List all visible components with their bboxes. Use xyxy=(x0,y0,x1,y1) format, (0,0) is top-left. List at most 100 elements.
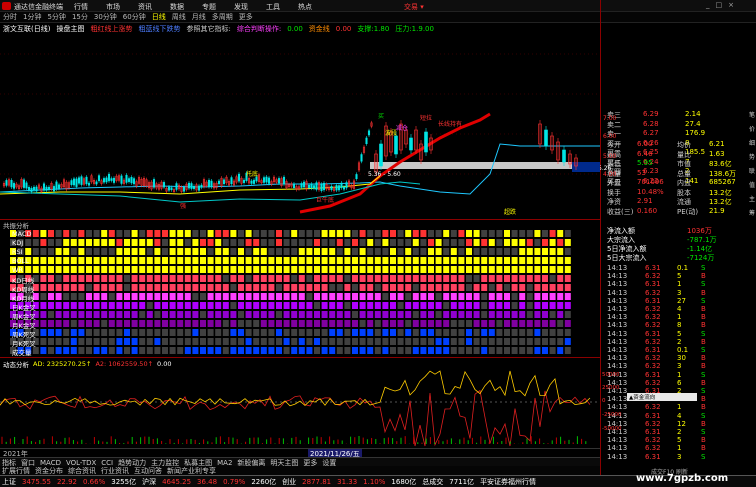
grid-cell xyxy=(116,239,123,246)
subtab[interactable]: 互动问答 xyxy=(134,466,162,476)
grid-cell xyxy=(177,329,184,336)
grid-cell xyxy=(352,329,358,336)
grid-cell xyxy=(200,257,206,264)
index-quote-item: 36.48 xyxy=(197,477,218,486)
grid-cell xyxy=(306,284,313,291)
grid-cell xyxy=(314,266,320,273)
grid-cell xyxy=(412,311,419,318)
grid-cell xyxy=(367,266,374,273)
grid-cell xyxy=(93,293,100,300)
period-tab[interactable]: 周线 xyxy=(172,12,186,22)
date-axis: 2021年 2021/11/26/五 xyxy=(0,448,600,459)
period-tab[interactable]: 60分钟 xyxy=(123,12,146,22)
subtab[interactable]: 综合资讯 xyxy=(68,466,96,476)
menu-item[interactable]: 资讯 xyxy=(138,2,152,12)
period-tab[interactable]: 30分钟 xyxy=(94,12,117,22)
grid-cell xyxy=(526,302,533,309)
grid-cell xyxy=(374,284,381,291)
grid-cell xyxy=(344,347,351,354)
period-tab[interactable]: 更多 xyxy=(239,12,253,22)
menu-item[interactable]: 行情 xyxy=(74,2,88,12)
grid-cell xyxy=(458,347,465,354)
grid-cell xyxy=(321,329,328,336)
grid-cell xyxy=(443,320,450,327)
trade-menu[interactable]: 交易 ▾ xyxy=(404,2,424,12)
grid-cell xyxy=(526,266,533,273)
candle xyxy=(105,177,108,183)
menu-item[interactable]: 热点 xyxy=(298,2,312,12)
grid-cell xyxy=(435,311,442,318)
grid-cell xyxy=(329,266,336,273)
menu-item[interactable]: 发现 xyxy=(234,2,248,12)
grid-cell xyxy=(162,320,168,327)
period-tab[interactable]: 多周期 xyxy=(212,12,233,22)
grid-cell xyxy=(352,239,358,246)
period-tab[interactable]: 5分钟 xyxy=(47,12,65,22)
side-tab[interactable]: 价 xyxy=(747,124,756,138)
grid-row-label: WR xyxy=(12,266,23,274)
grid-cell xyxy=(268,338,275,345)
period-tab[interactable]: 15分 xyxy=(72,12,88,22)
candle xyxy=(125,174,128,183)
grid-cell xyxy=(504,257,510,264)
grid-cell xyxy=(564,275,571,282)
grid-cell xyxy=(215,347,222,354)
grid-cell xyxy=(481,275,488,282)
grid-cell xyxy=(329,302,336,309)
side-tab[interactable]: 笔 xyxy=(747,110,756,124)
index-quotes[interactable]: 上证 3475.55 22.92 0.66% 3255亿 沪深 4645.25 36.48 0.… xyxy=(2,477,542,487)
grid-cell xyxy=(192,347,199,354)
grid-cell xyxy=(511,239,518,246)
period-tab-active[interactable]: 日线 xyxy=(152,12,166,22)
grid-cell xyxy=(466,257,472,264)
grid-cell xyxy=(131,239,138,246)
index-quote-item: 总成交 xyxy=(422,477,444,486)
grid-cell xyxy=(291,230,298,237)
menu-item[interactable]: 市场 xyxy=(106,2,120,12)
grid-cell xyxy=(549,266,556,273)
candle xyxy=(102,178,106,183)
candle xyxy=(70,180,73,185)
subtab[interactable]: 新闻产业利专享 xyxy=(167,466,216,476)
price-axis-label: 4.00 xyxy=(603,171,617,178)
grid-cell xyxy=(557,239,564,246)
menu-item[interactable]: 数据 xyxy=(170,2,184,12)
menu-item[interactable]: 专题 xyxy=(202,2,216,12)
subtab[interactable]: 资金分布 xyxy=(35,466,63,476)
grid-cell xyxy=(298,266,305,273)
grid-cell xyxy=(564,293,571,300)
grid-cell xyxy=(329,239,336,246)
period-tab[interactable]: 分时 xyxy=(3,12,17,22)
grid-cell xyxy=(162,230,168,237)
grid-cell xyxy=(207,293,214,300)
grid-cell xyxy=(466,275,472,282)
grid-cell xyxy=(291,311,298,318)
grid-cell xyxy=(177,239,184,246)
grid-cell xyxy=(238,248,244,255)
subtab[interactable]: 行业资讯 xyxy=(101,466,129,476)
kline-chart[interactable]: 买波段减仓短拉长线持有5.36 - 5.60托底巨牛底强超跌 xyxy=(0,34,600,220)
period-tab[interactable]: 月线 xyxy=(192,12,206,22)
grid-cell xyxy=(458,320,465,327)
candle xyxy=(367,130,371,136)
grid-cell xyxy=(116,329,123,336)
candle xyxy=(95,181,98,185)
a2-line xyxy=(0,389,591,447)
tooltip: ▲资金流向 xyxy=(627,393,697,401)
grid-cell xyxy=(397,266,404,273)
grid-cell xyxy=(321,320,328,327)
menu-item[interactable]: 工具 xyxy=(266,2,280,12)
grid-cell xyxy=(321,347,328,354)
period-tab[interactable]: 1分钟 xyxy=(23,12,41,22)
grid-cell xyxy=(374,239,381,246)
grid-cell xyxy=(473,320,480,327)
grid-cell xyxy=(314,230,320,237)
grid-cell xyxy=(542,230,548,237)
stock-name[interactable]: 浙文互联(日线) xyxy=(3,24,50,34)
grid-cell xyxy=(139,275,146,282)
grid-cell xyxy=(450,329,457,336)
grid-cell xyxy=(253,275,260,282)
ad-chart[interactable] xyxy=(0,366,600,448)
grid-cell xyxy=(260,329,267,336)
subtab[interactable]: 扩展行情 xyxy=(2,466,30,476)
